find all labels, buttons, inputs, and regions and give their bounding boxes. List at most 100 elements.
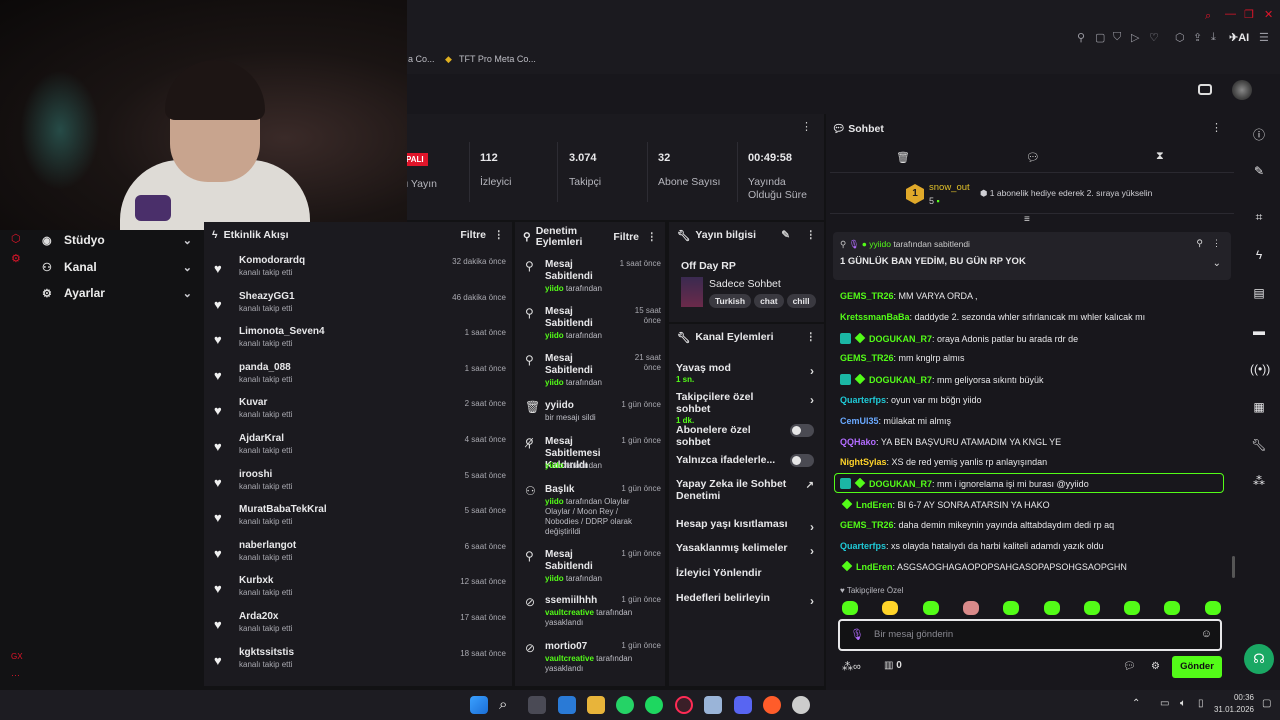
activity-item[interactable]: ♥ Limonota_Seven4 kanalı takip etti 1 saat … — [214, 326, 506, 358]
moderation-item[interactable]: ⚲ Mesaj Sabitlendi yiido tarafından 1 gün ö… — [523, 549, 661, 589]
moderation-item[interactable]: ⊘ ssemiilhhh vaultcreative tarafından yasa… — [523, 595, 661, 635]
wallet-icon[interactable] — [1198, 84, 1212, 95]
moderation-item[interactable]: ⚲ Mesaj Sabitlendi yiido tarafından 21 saat… — [523, 353, 661, 393]
chat-username[interactable]: NightSylas — [840, 457, 887, 467]
chat-input[interactable]: 🎙︎ Bir mesaj gönderin ☺ — [838, 619, 1222, 651]
activity-username[interactable]: panda_088 — [239, 362, 291, 373]
activity-item[interactable]: ♥ irooshi kanalı takip etti 5 saat önce — [214, 469, 506, 501]
app-icon[interactable] — [704, 696, 722, 714]
avatar[interactable] — [1232, 80, 1252, 100]
maximize-icon[interactable]: ❐ — [1244, 8, 1254, 21]
stream-icon[interactable]: ⬡ — [11, 232, 21, 245]
pin-icon[interactable]: ⚲ — [1196, 238, 1203, 249]
activity-item[interactable]: ♥ SheazyGG1 kanalı takip etti 46 dakika önc… — [214, 291, 506, 323]
activity-item[interactable]: ♥ panda_088 kanalı takip etti 1 saat önce — [214, 362, 506, 394]
chevron-down-icon[interactable]: ⌄ — [1213, 258, 1221, 269]
browser-tab[interactable]: TFT Pro Meta Co... — [459, 54, 536, 64]
send-button[interactable]: Gönder — [1172, 656, 1222, 678]
chat-bubble-icon[interactable]: ▬ — [1250, 324, 1268, 338]
gear-icon[interactable]: ⚙ — [1151, 661, 1160, 672]
channel-action-item[interactable]: Yalnızca ifadelerle... — [676, 454, 818, 467]
category-name[interactable]: Sadece Sohbet — [709, 278, 781, 290]
chat-bubble-icon[interactable]: 💬︎ — [1026, 151, 1040, 164]
chat-message[interactable]: DOGUKAN_R7: mm geliyorsa sıkıntı büyük — [840, 374, 1230, 386]
chat-username[interactable]: QQHako — [840, 437, 876, 447]
chevron-right-icon[interactable]: › — [810, 594, 814, 608]
chat-username[interactable]: Quarterfps — [840, 395, 886, 405]
emote-icon[interactable] — [842, 601, 858, 615]
chat-username[interactable]: CemUl35 — [840, 416, 879, 426]
chat-message[interactable]: NightSylas: XS de red yemiş yanlis rp an… — [840, 457, 1230, 467]
chat-username[interactable]: Quarterfps — [840, 541, 886, 551]
moderation-item[interactable]: 🗑︎ yyiido bir mesajı sildi 1 gün önce — [523, 400, 661, 440]
chat-message[interactable]: QQHako: YA BEN BAŞVURU ATAMADIM YA KNGL … — [840, 437, 1230, 447]
volume-icon[interactable]: 🔈︎ — [1180, 698, 1186, 709]
app-icon[interactable] — [763, 696, 781, 714]
scan-icon[interactable]: ⌗ — [1250, 210, 1268, 225]
activity-username[interactable]: Kurbxk — [239, 575, 273, 586]
moderator-name[interactable]: yiido — [545, 284, 564, 293]
chat-message[interactable]: LndEren: ASGSAOGHAGAOPOPSAHGASOPAPSOHGSA… — [840, 561, 1230, 572]
activity-item[interactable]: ♥ naberlangot kanalı takip etti 6 saat önce — [214, 540, 506, 572]
hourglass-icon[interactable]: ⧗ — [1156, 150, 1164, 163]
chat-message[interactable]: DOGUKAN_R7: oraya Adonis patlar bu arada… — [840, 332, 1230, 344]
layout-icon[interactable]: ▦ — [1250, 400, 1268, 414]
moderator-name[interactable]: yiido — [545, 497, 564, 506]
connections-icon[interactable]: ⁂ — [1250, 474, 1268, 488]
broadcast-icon[interactable]: ((•)) — [1250, 362, 1270, 376]
shield-icon[interactable]: ⛉ — [1113, 31, 1121, 44]
screenshot-icon[interactable]: ▢ — [1095, 31, 1105, 44]
emote-icon[interactable] — [1124, 601, 1141, 615]
more-icon[interactable]: ⋮ — [494, 229, 505, 241]
moderation-item[interactable]: ⊘ mortio07 vaultcreative tarafından yasakl… — [523, 641, 661, 681]
chat-username[interactable]: LndEren — [856, 500, 893, 510]
browser-tab[interactable]: a Co... — [408, 54, 435, 64]
tag[interactable]: Turkish — [709, 294, 752, 308]
battery-icon[interactable]: ▯ — [1198, 698, 1204, 709]
chat-username[interactable]: GEMS_TR26 — [840, 291, 894, 301]
discord-icon[interactable] — [734, 696, 752, 714]
sidebar-item-channel[interactable]: ⚇ Kanal ⌄ — [42, 260, 192, 274]
chevron-right-icon[interactable]: › — [810, 544, 814, 558]
share-icon[interactable]: ⇪ — [1193, 31, 1202, 44]
emote-icon[interactable] — [1204, 601, 1221, 615]
bolt-icon[interactable]: ϟ — [1250, 248, 1268, 262]
chat-message[interactable]: KretssmanBaBa: daddyde 2. sezonda whler … — [840, 312, 1230, 322]
opera-gx-icon[interactable] — [675, 696, 693, 714]
wrench-icon[interactable]: 🔧︎ — [1250, 438, 1268, 452]
channel-action-item[interactable]: Abonelere özel sohbet — [676, 424, 818, 448]
search-icon[interactable]: ⌕ — [1205, 10, 1211, 23]
app-icon[interactable] — [792, 696, 810, 714]
activity-username[interactable]: SheazyGG1 — [239, 291, 295, 302]
chat-bubble-icon[interactable]: 💬︎ — [1123, 661, 1136, 672]
task-view-icon[interactable] — [528, 696, 546, 714]
channel-action-item[interactable]: İzleyici Yönlendir — [676, 567, 818, 579]
close-icon[interactable]: ✕ — [1264, 8, 1273, 21]
chevron-right-icon[interactable]: › — [810, 520, 814, 534]
info-icon[interactable]: ⓘ — [1250, 126, 1268, 143]
chat-username[interactable]: DOGUKAN_R7 — [869, 375, 932, 385]
clock-time[interactable]: 00:36 — [1214, 693, 1254, 702]
scrollbar[interactable] — [1232, 556, 1235, 578]
channel-action-item[interactable]: Hedefleri belirleyin › — [676, 592, 818, 608]
activity-item[interactable]: ♥ Kuvar kanalı takip etti 2 saat önce — [214, 397, 506, 429]
activity-username[interactable]: naberlangot — [239, 540, 296, 551]
pinned-message[interactable]: ⚲ 🎙︎ ● yyiido tarafından sabitlendi ⚲ ⋮ … — [833, 232, 1231, 280]
clock-date[interactable]: 31.01.2026 — [1208, 705, 1254, 714]
sidebar-item-studio[interactable]: ◉ Stüdyo ⌄ — [42, 233, 192, 247]
emote-icon[interactable] — [1083, 601, 1100, 615]
filter-button[interactable]: Filtre — [460, 229, 486, 241]
moderation-item[interactable]: ⚲ Mesaj Sabitlendi yiido tarafından 1 saat … — [523, 259, 661, 299]
moderator-name[interactable]: vaultcreative — [545, 654, 594, 663]
whatsapp-icon[interactable] — [616, 696, 634, 714]
search-icon[interactable]: ⌕ — [499, 696, 517, 714]
filter-button[interactable]: Filtre — [613, 231, 639, 243]
chat-username[interactable]: LndEren — [856, 562, 893, 572]
chat-message[interactable]: Quarterfps: oyun var mı böğn yiido — [840, 395, 1230, 405]
moderator-name[interactable]: yiido — [545, 461, 564, 470]
emote-icon[interactable] — [962, 601, 979, 615]
sidebar-item-settings[interactable]: ⚙ Ayarlar ⌄ — [42, 286, 192, 300]
activity-username[interactable]: Kuvar — [239, 397, 267, 408]
chat-username[interactable]: GEMS_TR26 — [840, 520, 894, 530]
outlook-icon[interactable] — [558, 696, 576, 714]
